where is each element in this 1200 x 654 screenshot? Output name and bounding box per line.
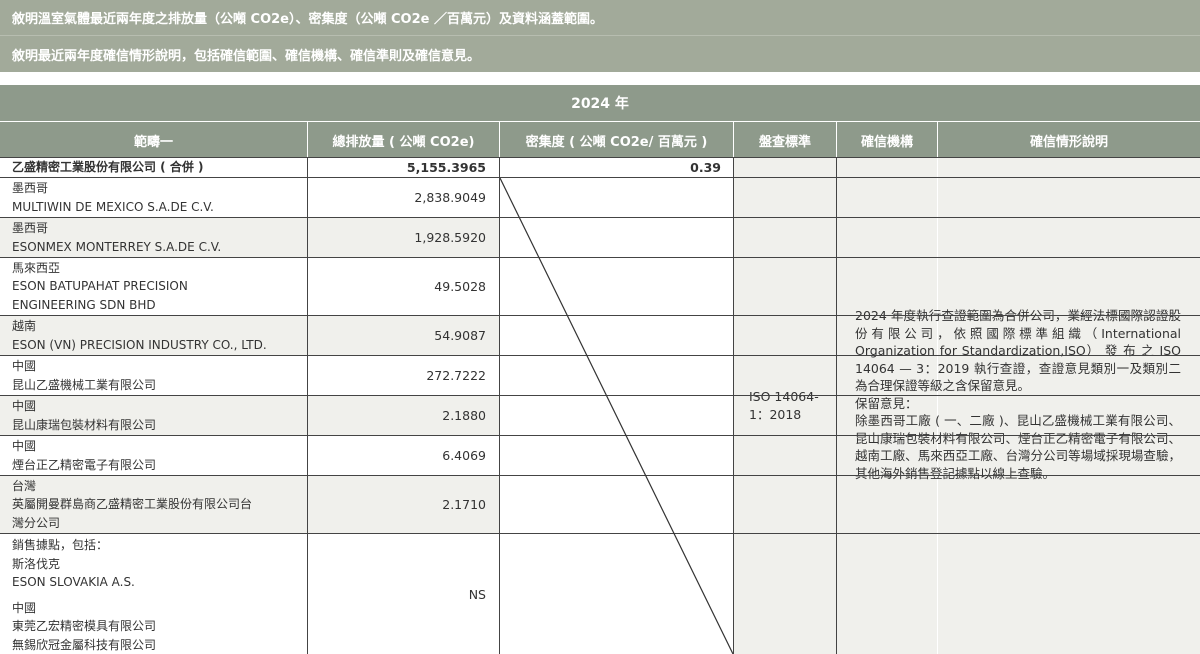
scope-cell: 墨西哥 MULTIWIN DE MEXICO S.A.DE C.V. xyxy=(0,178,307,217)
scope-cell: 墨西哥 ESONMEX MONTERREY S.A.DE C.V. xyxy=(0,218,307,257)
spacer xyxy=(0,72,1200,85)
scope-cell: 中國 昆山康瑞包裝材料有限公司 xyxy=(0,396,307,435)
scope-line: 昆山乙盛機械工業有限公司 xyxy=(12,377,157,392)
col-divider xyxy=(836,157,837,654)
scope-line: 銷售據點，包括： xyxy=(12,538,109,552)
scope-line: 台灣 xyxy=(12,478,37,493)
scope-line: 中國 xyxy=(12,399,37,413)
scope-line: 英屬開曼群島商乙盛精密工業股份有限公司台 xyxy=(12,497,253,512)
scope-line: 乙盛精密工業股份有限公司 ( 合併 ) xyxy=(12,159,204,174)
scope-line: 無錫欣冠金屬科技有限公司 xyxy=(12,637,157,652)
scope-cell: 中國 昆山乙盛機械工業有限公司 xyxy=(0,356,307,395)
emission-cell: 2.1880 xyxy=(308,396,499,435)
emission-cell: 1,928.5920 xyxy=(308,218,499,257)
scope-line: 灣分公司 xyxy=(12,515,61,530)
col-header-assurance-desc: 確信情形說明 xyxy=(1029,134,1108,150)
scope-line: ESON SLOVAKIA A.S. xyxy=(12,575,135,589)
col-header-intensity: 密集度 ( 公噸 CO2e/ 百萬元 ) xyxy=(500,122,734,158)
scope-line: 墨西哥 xyxy=(12,181,49,195)
col-divider xyxy=(499,157,500,654)
year-label: 2024 年 xyxy=(571,96,629,112)
disclosure-emissions-text: 敘明溫室氣體最近兩年度之排放量（公噸 CO2e）、密集度（公噸 CO2e ／百萬… xyxy=(12,12,603,27)
emission-cell: 5,155.3965 xyxy=(406,159,486,175)
scope-cell: 馬來西亞 ESON BATUPAHAT PRECISION ENGINEERIN… xyxy=(0,258,307,315)
emission-cell: 272.7222 xyxy=(426,368,486,383)
emission-cell: 49.5028 xyxy=(434,279,486,294)
disclosure-item-emissions: 敘明溫室氣體最近兩年度之排放量（公噸 CO2e）、密集度（公噸 CO2e ／百萬… xyxy=(0,0,1200,35)
disclosure-item-assurance: 敘明最近兩年度確信情形說明，包括確信範圍、確信機構、確信準則及確信意見。 xyxy=(0,35,1200,72)
scope-line: 中國 xyxy=(12,439,37,453)
scope-line: 墨西哥 xyxy=(12,221,49,235)
scope-line: 煙台正乙精密電子有限公司 xyxy=(12,457,157,472)
table-header-row: 範疇一 總排放量 ( 公噸 CO2e) 密集度 ( 公噸 CO2e/ 百萬元 )… xyxy=(0,121,1200,158)
col-divider xyxy=(733,157,734,654)
scope-line: 昆山康瑞包裝材料有限公司 xyxy=(12,417,157,432)
emission-cell: 54.9087 xyxy=(308,316,499,355)
emission-cell: 2.1710 xyxy=(308,476,499,533)
col-header-total-emission: 總排放量 ( 公噸 CO2e) xyxy=(308,122,500,158)
scope-line: 中國 xyxy=(12,359,37,373)
scope-line: ESON BATUPAHAT PRECISION xyxy=(12,279,188,294)
emission-cell: 6.4069 xyxy=(442,448,486,463)
scope-line: ESON (VN) PRECISION INDUSTRY CO., LTD. xyxy=(12,337,267,352)
scope-cell: 乙盛精密工業股份有限公司 ( 合併 ) xyxy=(0,157,307,177)
intensity-na-diagonal xyxy=(500,178,733,654)
scope-line: 越南 xyxy=(12,319,37,333)
scope-line: ENGINEERING SDN BHD xyxy=(12,297,156,312)
scope-line: 東莞乙宏精密模具有限公司 xyxy=(12,619,157,633)
col-header-scope: 範疇一 xyxy=(0,122,308,158)
scope-line: 斯洛伐克 xyxy=(12,556,61,571)
col-divider xyxy=(307,157,308,654)
col-header-standard: 盤查標準 xyxy=(734,122,837,158)
scope-cell: 中國 煙台正乙精密電子有限公司 xyxy=(0,436,307,475)
year-header: 2024 年 xyxy=(0,85,1200,121)
col-header-assurance-org: 確信機構 xyxy=(837,122,938,158)
table-row: 乙盛精密工業股份有限公司 ( 合併 ) 5,155.3965 0.39 xyxy=(0,157,1200,178)
scope-line: 馬來西亞 xyxy=(12,260,61,275)
emission-cell: NS xyxy=(468,586,486,602)
scope-cell: 銷售據點，包括： 斯洛伐克 ESON SLOVAKIA A.S. 中國 東莞乙宏… xyxy=(0,534,307,654)
scope-line: MULTIWIN DE MEXICO S.A.DE C.V. xyxy=(12,199,214,214)
intensity-cell: 0.39 xyxy=(690,159,721,175)
scope-cell: 越南 ESON (VN) PRECISION INDUSTRY CO., LTD… xyxy=(0,316,307,355)
scope-line: 中國 xyxy=(12,600,37,615)
scope-cell: 台灣 英屬開曼群島商乙盛精密工業股份有限公司台 灣分公司 xyxy=(0,476,307,533)
emission-cell: 2,838.9049 xyxy=(414,190,486,205)
disclosure-assurance-text: 敘明最近兩年度確信情形說明，包括確信範圍、確信機構、確信準則及確信意見。 xyxy=(12,48,481,64)
scope-line xyxy=(12,592,307,599)
scope-line: ESONMEX MONTERREY S.A.DE C.V. xyxy=(12,239,222,254)
